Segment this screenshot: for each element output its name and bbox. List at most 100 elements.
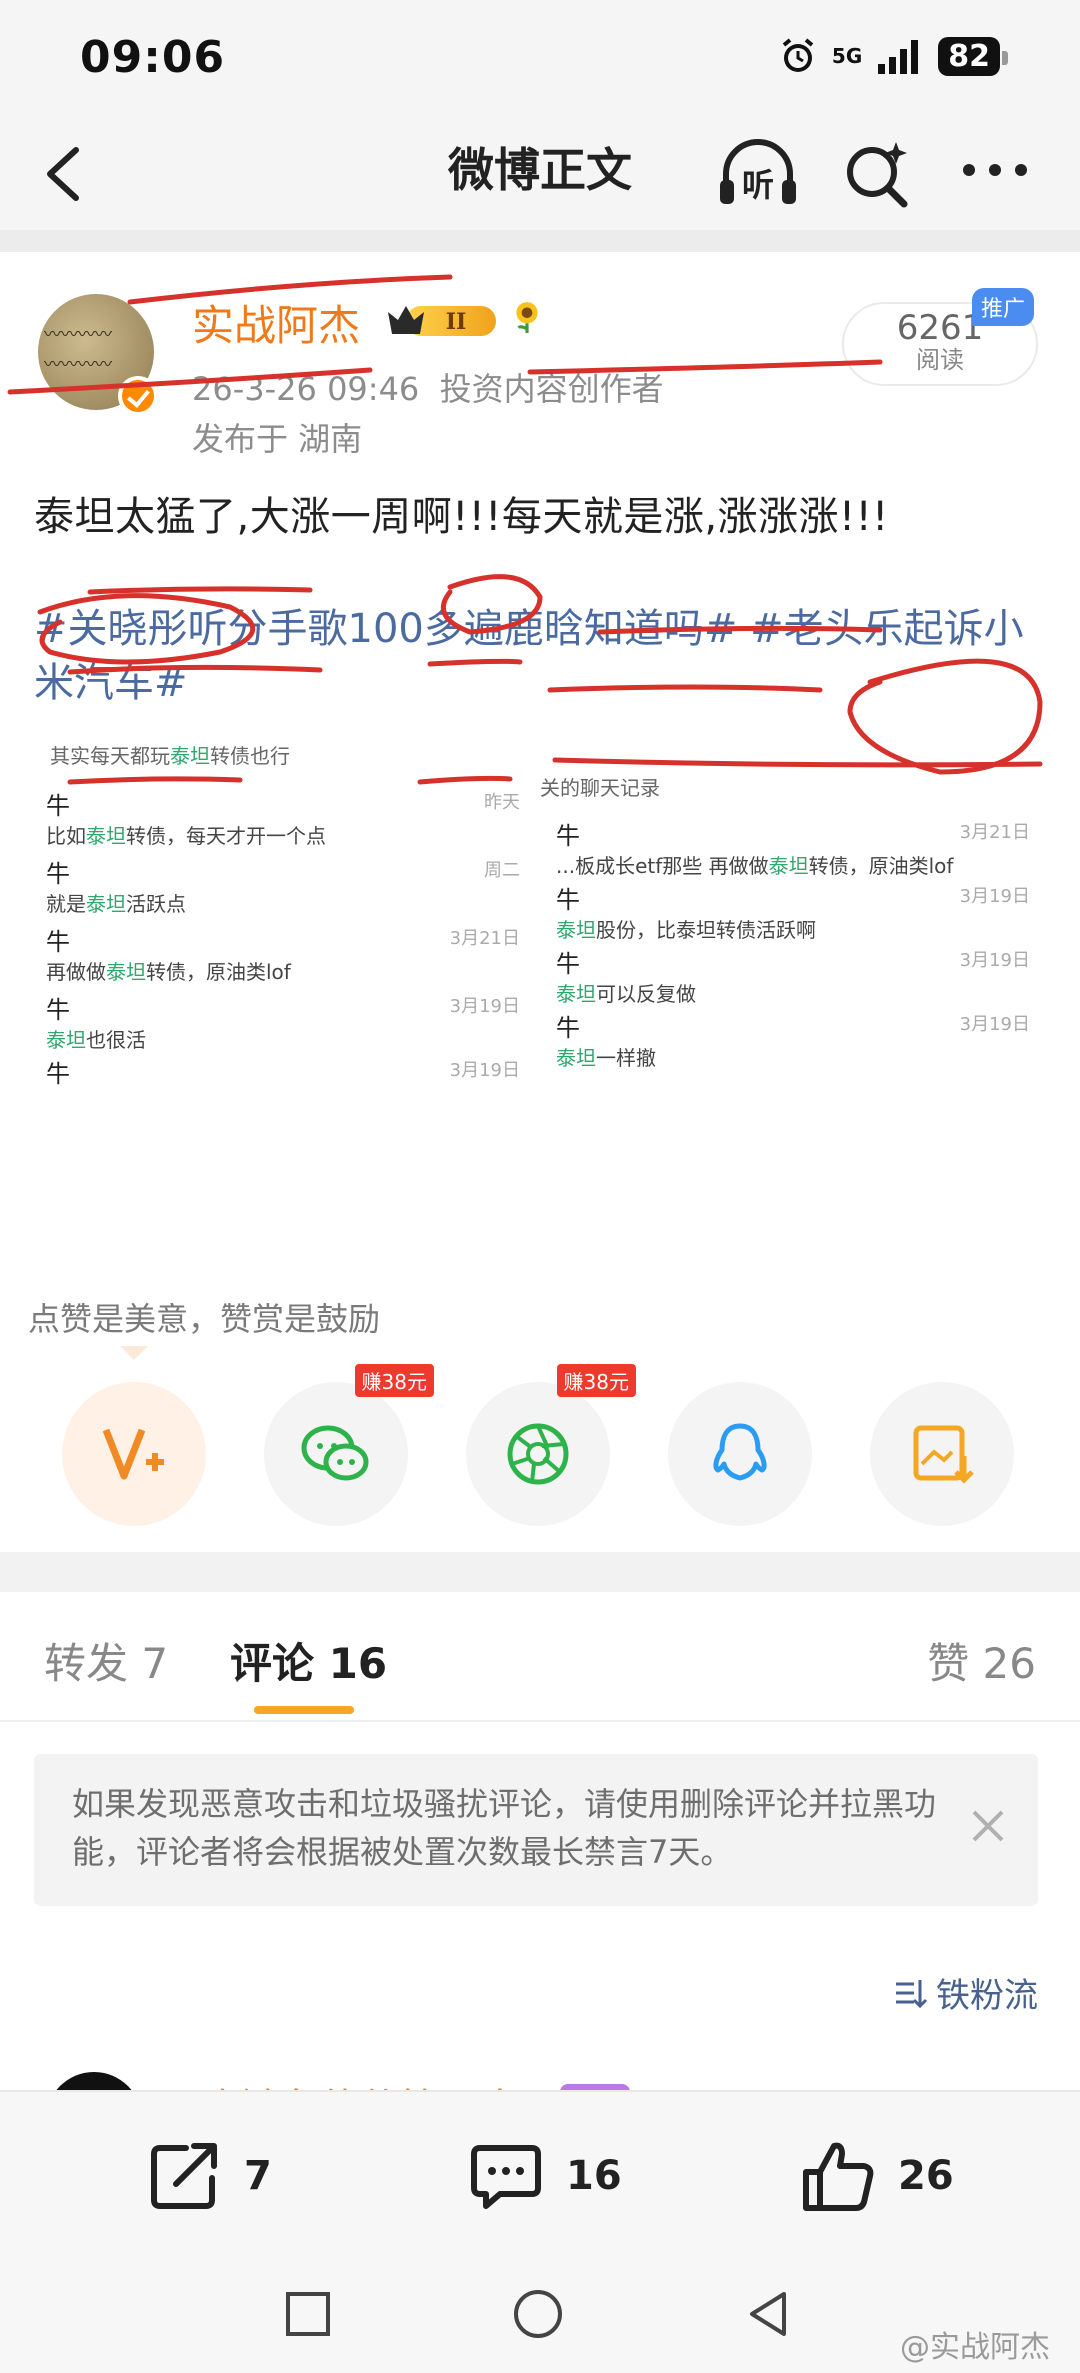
msg-text: 比如: [46, 824, 86, 848]
more-options-icon[interactable]: [955, 150, 1035, 190]
chat-row: 牛 周二 就是泰坦活跃点: [30, 854, 530, 924]
chat-date: 3月19日: [449, 996, 520, 1017]
comment-notice: 如果发现恶意攻击和垃圾骚扰评论，请使用删除评论并拉黑功能，评论者将会根据被处置次…: [34, 1754, 1038, 1906]
tab-repost[interactable]: 转发 7: [44, 1630, 168, 1691]
like-count: 26: [898, 2153, 954, 2199]
divider: [0, 230, 1080, 252]
tab-likes[interactable]: 赞 26: [927, 1630, 1036, 1691]
sort-label: 铁粉流: [936, 1976, 1038, 2016]
listen-label: 听: [742, 166, 774, 204]
chat-sender: 牛: [46, 860, 70, 888]
promo-tag[interactable]: 推广: [972, 288, 1035, 326]
chat-date: 3月19日: [959, 1014, 1030, 1035]
chat-date: 3月19日: [449, 1060, 520, 1081]
save-image-button[interactable]: [870, 1382, 1014, 1526]
status-bar: 09:06 5G 82: [0, 0, 1080, 120]
sort-control[interactable]: 铁粉流: [894, 1968, 1038, 2017]
sunflower-icon: [516, 302, 538, 333]
comment-count: 16: [566, 2153, 622, 2199]
tab-active-indicator: [254, 1706, 354, 1714]
msg-highlight: 泰坦: [86, 892, 126, 916]
msg-text: 也很活: [86, 1028, 146, 1052]
tab-comments[interactable]: 评论 16: [230, 1630, 387, 1691]
post-text: 泰坦太猛了,大涨一周啊!!!每天就是涨,涨涨涨!!!: [34, 494, 889, 540]
tip-arrow: [120, 1346, 148, 1360]
notice-text: 如果发现恶意攻击和垃圾骚扰评论，请使用删除评论并拉黑功能，评论者将会根据被处置次…: [72, 1785, 937, 1871]
embedded-screenshot-left[interactable]: 其实每天都玩泰坦转债也行 牛 昨天 比如泰坦转债，每天才开一个点 牛 周二 就是…: [30, 732, 530, 1492]
wechat-icon: [301, 1425, 369, 1481]
chat-sender: 牛: [556, 822, 580, 850]
embedded-screenshot-right[interactable]: 关的聊天记录 牛 3月21日 ...板成长etf那些 再做做泰坦转债，原油类lo…: [540, 764, 1040, 1464]
chat-sender: 牛: [46, 928, 70, 956]
msg-highlight: 泰坦: [86, 824, 126, 848]
earn-tag: 赚38元: [354, 1364, 434, 1397]
repost-button[interactable]: 7: [146, 2136, 272, 2216]
home-icon[interactable]: [510, 2286, 566, 2342]
avatar-calligraphy: 〰〰〰〰 〰〰〰〰: [44, 325, 112, 375]
comment-button[interactable]: 16: [468, 2136, 622, 2216]
screenshot-caption: 其实每天都玩泰坦转债也行: [50, 740, 290, 769]
chat-date: 3月19日: [959, 950, 1030, 971]
level-number: II: [446, 309, 467, 335]
chat-row: 牛 3月19日 泰坦一样撤: [540, 1008, 1040, 1078]
author-title: 投资内容创作者: [439, 370, 664, 408]
tip-text: 点赞是美意，赞赏是鼓励: [28, 1300, 381, 1338]
chat-date: 周二: [484, 860, 520, 881]
repost-icon: [151, 2143, 217, 2209]
status-indicators: 5G 82: [778, 36, 1008, 76]
caption-highlight: 泰坦: [170, 744, 210, 768]
bottom-action-bar: 7 16 26: [0, 2090, 1080, 2258]
reward-v-plus-icon: [102, 1428, 164, 1480]
reward-button[interactable]: [62, 1382, 206, 1526]
alarm-icon: [782, 38, 814, 72]
save-image-icon: [913, 1425, 974, 1484]
close-icon[interactable]: [968, 1806, 1008, 1846]
msg-text: 一样撤: [596, 1046, 656, 1070]
msg-highlight: 泰坦: [46, 1028, 86, 1052]
like-button[interactable]: 26: [800, 2136, 954, 2216]
search-ai-icon[interactable]: [840, 138, 912, 210]
msg-text: 活跃点: [126, 892, 186, 916]
thumbs-up-icon: [803, 2142, 874, 2211]
post-card: 〰〰〰〰 〰〰〰〰 实战阿杰 II 26-3-26 09:46 投资内容创作者 发…: [0, 252, 1080, 1552]
back-triangle-icon[interactable]: [740, 2286, 796, 2342]
chat-sender: 牛: [46, 792, 70, 820]
level-crown-icon[interactable]: II: [384, 298, 500, 342]
chat-message: 泰坦也很活: [46, 1024, 146, 1053]
msg-text: 可以反复做: [596, 982, 696, 1006]
post-meta: 26-3-26 09:46 投资内容创作者: [192, 364, 664, 410]
share-moments-button[interactable]: 赚38元: [466, 1364, 636, 1526]
chat-sender: 牛: [46, 1060, 70, 1088]
msg-highlight: 泰坦: [556, 918, 596, 942]
share-qq-button[interactable]: [668, 1382, 812, 1526]
sort-icon: [896, 1979, 928, 2008]
chat-row: 牛 3月19日: [30, 1054, 530, 1124]
msg-highlight: 泰坦: [556, 1046, 596, 1070]
post-location: 发布于 湖南: [192, 420, 363, 458]
chat-message: ...板成长etf那些 再做做泰坦转债，原油类lof: [556, 850, 953, 879]
chat-row: 牛 3月21日 再做做泰坦转债，原油类lof: [30, 922, 530, 992]
msg-text: ...板成长etf那些 再做做: [556, 854, 769, 878]
moments-shutter-icon: [507, 1423, 569, 1485]
chat-row: 牛 昨天 比如泰坦转债，每天才开一个点: [30, 786, 530, 856]
share-wechat-button[interactable]: 赚38元: [264, 1364, 434, 1526]
msg-text: 股份，比泰坦转债活跃啊: [596, 918, 816, 942]
chat-sender: 牛: [556, 886, 580, 914]
signal-icon: [878, 40, 919, 74]
msg-text: 转债，原油类lof: [146, 960, 291, 984]
chat-row: 牛 3月19日 泰坦可以反复做: [540, 944, 1040, 1014]
comment-tabs: 转发 7 评论 16 赞 26: [0, 1592, 1080, 1722]
msg-text: 转债，原油类lof: [808, 854, 954, 878]
post-hashtags[interactable]: #关晓彤听分手歌100多遍鹿晗知道吗# #老头乐起诉小米汽车#: [34, 602, 1054, 710]
share-row: 赚38元 赚38元: [0, 1364, 1080, 1532]
author-name[interactable]: 实战阿杰: [192, 292, 360, 353]
chat-date: 昨天: [484, 792, 520, 813]
caption-suffix: 转债也行: [210, 744, 290, 768]
recent-apps-icon[interactable]: [280, 2286, 336, 2342]
listen-icon[interactable]: 听: [716, 134, 800, 214]
verified-icon: [118, 376, 158, 416]
chat-row: 牛 3月19日 泰坦股份，比泰坦转债活跃啊: [540, 880, 1040, 950]
msg-text: 转债，每天才开一个点: [126, 824, 326, 848]
chat-sender: 牛: [556, 1014, 580, 1042]
post-timestamp: 26-3-26 09:46: [192, 370, 420, 408]
